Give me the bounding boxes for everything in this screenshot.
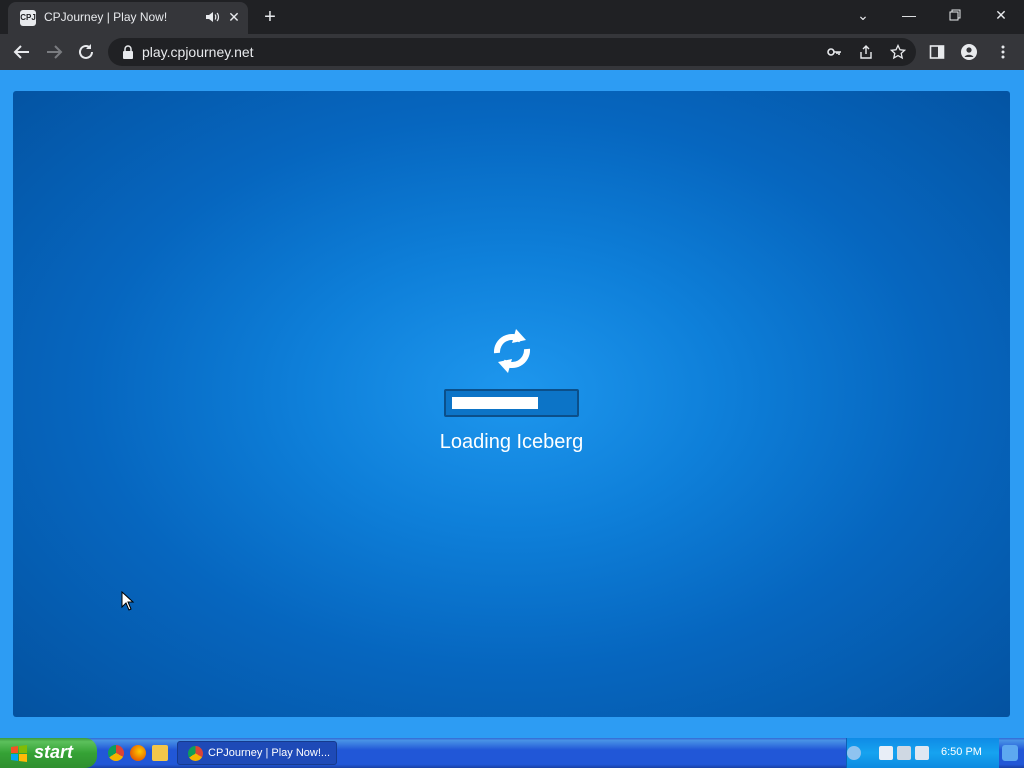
firefox-quicklaunch-icon[interactable] [130, 745, 146, 761]
mouse-cursor-icon [121, 591, 135, 611]
restore-button[interactable] [940, 4, 970, 26]
folder-quicklaunch-icon[interactable] [152, 745, 168, 761]
network-icon[interactable] [897, 746, 911, 760]
reload-icon[interactable] [74, 40, 98, 64]
tab-search-icon[interactable]: ⌄ [848, 4, 878, 26]
show-desktop-icon[interactable] [1002, 745, 1018, 761]
share-icon[interactable] [858, 44, 874, 60]
chrome-icon [188, 746, 203, 761]
lock-icon[interactable] [122, 45, 134, 59]
security-shield-icon[interactable] [879, 746, 893, 760]
minimize-button[interactable]: — [894, 4, 924, 26]
game-canvas[interactable]: Loading Iceberg [13, 91, 1010, 717]
system-tray: 6:50 PM [846, 738, 999, 768]
clock[interactable]: 6:50 PM [941, 746, 982, 758]
key-icon[interactable] [826, 44, 842, 60]
close-window-button[interactable]: ✕ [986, 4, 1016, 26]
tray-expand-icon[interactable] [847, 746, 861, 760]
taskbar-window-label: CPJourney | Play Now!... [208, 747, 331, 759]
windows-logo-icon [11, 745, 27, 762]
side-panel-icon[interactable] [929, 44, 945, 60]
start-button[interactable]: start [0, 738, 97, 768]
browser-toolbar: play.cpjourney.net [0, 34, 1024, 70]
taskbar: start CPJourney | Play Now!... 6:50 PM [0, 738, 1024, 768]
profile-icon[interactable] [961, 44, 977, 60]
more-menu-icon[interactable] [995, 44, 1011, 60]
browser-tab[interactable]: CPJ CPJourney | Play Now! ✕ [8, 2, 248, 34]
tab-title: CPJourney | Play Now! [44, 10, 168, 24]
back-icon[interactable] [10, 40, 34, 64]
new-tab-button[interactable]: + [258, 5, 282, 29]
tab-favicon: CPJ [20, 10, 36, 26]
taskbar-window-button[interactable]: CPJourney | Play Now!... [177, 741, 337, 765]
refresh-loading-icon [493, 329, 531, 373]
bookmark-star-icon[interactable] [890, 44, 906, 60]
chrome-quicklaunch-icon[interactable] [108, 745, 124, 761]
url-text[interactable]: play.cpjourney.net [142, 44, 254, 60]
loading-progress-fill [452, 397, 538, 409]
browser-titlebar: CPJ CPJourney | Play Now! ✕ + ⌄ — ✕ [0, 0, 1024, 34]
volume-muted-icon[interactable] [915, 746, 929, 760]
tab-close-icon[interactable]: ✕ [226, 9, 242, 25]
loading-text: Loading Iceberg [439, 431, 584, 453]
address-bar[interactable]: play.cpjourney.net [108, 38, 916, 66]
start-label: start [34, 742, 74, 762]
page-viewport: Loading Iceberg [0, 70, 1024, 738]
loading-progress-bar [444, 389, 579, 417]
audio-playing-icon[interactable] [204, 9, 220, 25]
forward-icon[interactable] [42, 40, 66, 64]
